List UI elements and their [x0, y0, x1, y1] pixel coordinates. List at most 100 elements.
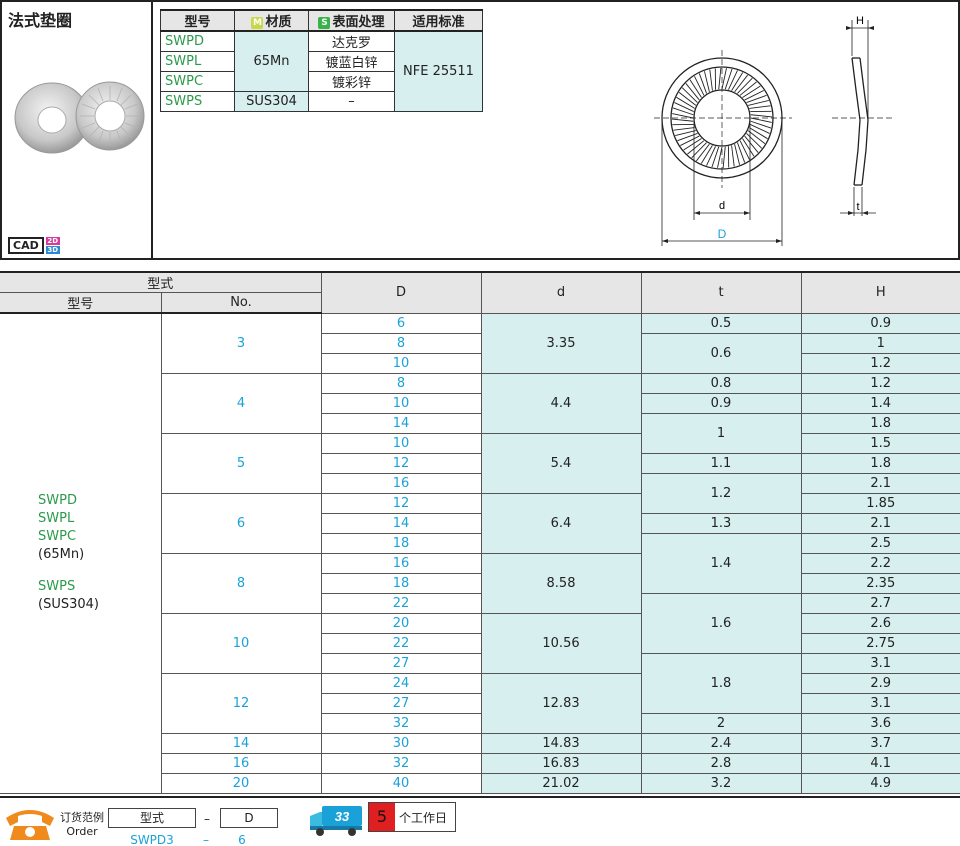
cell-H: 3.1 — [801, 693, 960, 714]
delivery-days-number: 5 — [369, 803, 395, 831]
order-dash-value: – — [203, 833, 209, 846]
model-code: SWPS — [38, 579, 76, 595]
cell-H: 3.7 — [801, 733, 960, 754]
cell-H: 0.9 — [801, 313, 960, 334]
cell-t: 1.4 — [641, 533, 802, 594]
order-D-field: D — [220, 808, 278, 828]
delivery-days: 5 个工作日 — [368, 802, 456, 832]
cell-H: 4.9 — [801, 773, 960, 794]
cell-H: 2.1 — [801, 473, 960, 494]
cell-t: 2.4 — [641, 733, 802, 754]
cell-D: 32 — [321, 713, 482, 734]
cad-format-icon: 2D 3D — [45, 237, 60, 254]
size-no: 20 — [161, 773, 322, 794]
model-code: SWPL — [38, 511, 75, 527]
header-t: t — [641, 271, 802, 314]
cell-D: 22 — [321, 633, 482, 654]
surface-mark-icon: S — [318, 17, 331, 29]
cell-d: 21.02 — [481, 773, 642, 794]
spec-material: 65Mn — [234, 30, 309, 92]
serration-line — [711, 146, 720, 168]
cell-H: 2.2 — [801, 553, 960, 574]
size-no: 3 — [161, 313, 322, 374]
cell-d: 3.35 — [481, 313, 642, 374]
header-type: 型式 — [0, 271, 322, 293]
cell-d: 8.58 — [481, 553, 642, 614]
order-dash: – — [204, 812, 210, 826]
spec-code: SWPL — [160, 51, 235, 72]
spec-standard: NFE 25511 — [394, 30, 483, 112]
cell-t: 1.6 — [641, 593, 802, 654]
product-title: 法式垫圈 — [8, 11, 73, 30]
cell-t: 3.2 — [641, 773, 802, 794]
spec-header-standard: 适用标准 — [394, 9, 483, 32]
cell-d: 12.83 — [481, 673, 642, 734]
header-no: No. — [161, 292, 322, 314]
cell-D: 14 — [321, 513, 482, 534]
serration-line — [718, 67, 722, 90]
cell-d: 4.4 — [481, 373, 642, 434]
serration-line — [749, 105, 771, 109]
serration-line — [673, 127, 695, 131]
cell-H: 2.75 — [801, 633, 960, 654]
spec-header-model: 型号 — [160, 9, 235, 32]
delivery-days-label: 个工作日 — [399, 810, 448, 825]
product-overview: 法式垫圈 CAD 2D 3D — [2, 2, 153, 258]
spec-surface: – — [308, 91, 395, 112]
model-code: SWPD — [38, 493, 77, 509]
cell-d: 5.4 — [481, 433, 642, 494]
cell-D: 32 — [321, 753, 482, 774]
cell-H: 3.1 — [801, 653, 960, 674]
cell-H: 4.1 — [801, 753, 960, 774]
serration-line — [750, 114, 773, 118]
serration-line — [672, 107, 694, 116]
size-no: 10 — [161, 613, 322, 674]
cell-D: 8 — [321, 333, 482, 354]
cell-H: 2.5 — [801, 533, 960, 554]
serration-line — [717, 146, 723, 168]
spec-header-material: M 材质 — [234, 9, 309, 32]
cell-t: 2 — [641, 713, 802, 734]
cell-D: 20 — [321, 613, 482, 634]
cell-H: 1.5 — [801, 433, 960, 454]
order-label: 订货范例 Order — [60, 811, 104, 838]
cell-H: 2.35 — [801, 573, 960, 594]
size-no: 12 — [161, 673, 322, 734]
cell-t: 2.8 — [641, 753, 802, 774]
cell-d: 6.4 — [481, 493, 642, 554]
dim-D-label: D — [718, 227, 727, 241]
cell-t: 0.6 — [641, 333, 802, 374]
cell-H: 2.6 — [801, 613, 960, 634]
product-photo — [14, 81, 145, 154]
size-no: 5 — [161, 433, 322, 494]
cell-D: 14 — [321, 413, 482, 434]
serration-line — [724, 68, 733, 90]
dim-H-label: H — [856, 15, 864, 27]
cad-label: CAD — [8, 237, 44, 254]
cell-H: 1.85 — [801, 493, 960, 514]
serration-line — [694, 76, 705, 96]
cell-H: 1.2 — [801, 373, 960, 394]
spec-surface: 镀蓝白锌 — [308, 51, 395, 72]
cell-D: 18 — [321, 533, 482, 554]
material-mark-icon: M — [251, 17, 264, 29]
cad-badge[interactable]: CAD 2D 3D — [8, 237, 60, 254]
model-code: (SUS304) — [38, 597, 99, 613]
spec-code: SWPS — [160, 91, 235, 112]
cell-t: 1 — [641, 413, 802, 454]
serration-line — [731, 145, 735, 167]
cell-D: 10 — [321, 393, 482, 414]
cell-d: 16.83 — [481, 753, 642, 774]
serration-line — [744, 90, 764, 101]
serration-line — [739, 140, 750, 160]
serration-line — [674, 102, 694, 112]
cell-D: 8 — [321, 373, 482, 394]
cell-D: 22 — [321, 593, 482, 614]
serration-line — [728, 70, 738, 90]
header-d: d — [481, 271, 642, 314]
cell-D: 12 — [321, 493, 482, 514]
spec-material: SUS304 — [234, 91, 309, 112]
header-D: D — [321, 271, 482, 314]
table-row: SWPD SWPL SWPC (65Mn) SWPS (SUS304) 3 6 3.35 0.5 0… — [0, 313, 960, 794]
cell-H: 1.8 — [801, 413, 960, 434]
